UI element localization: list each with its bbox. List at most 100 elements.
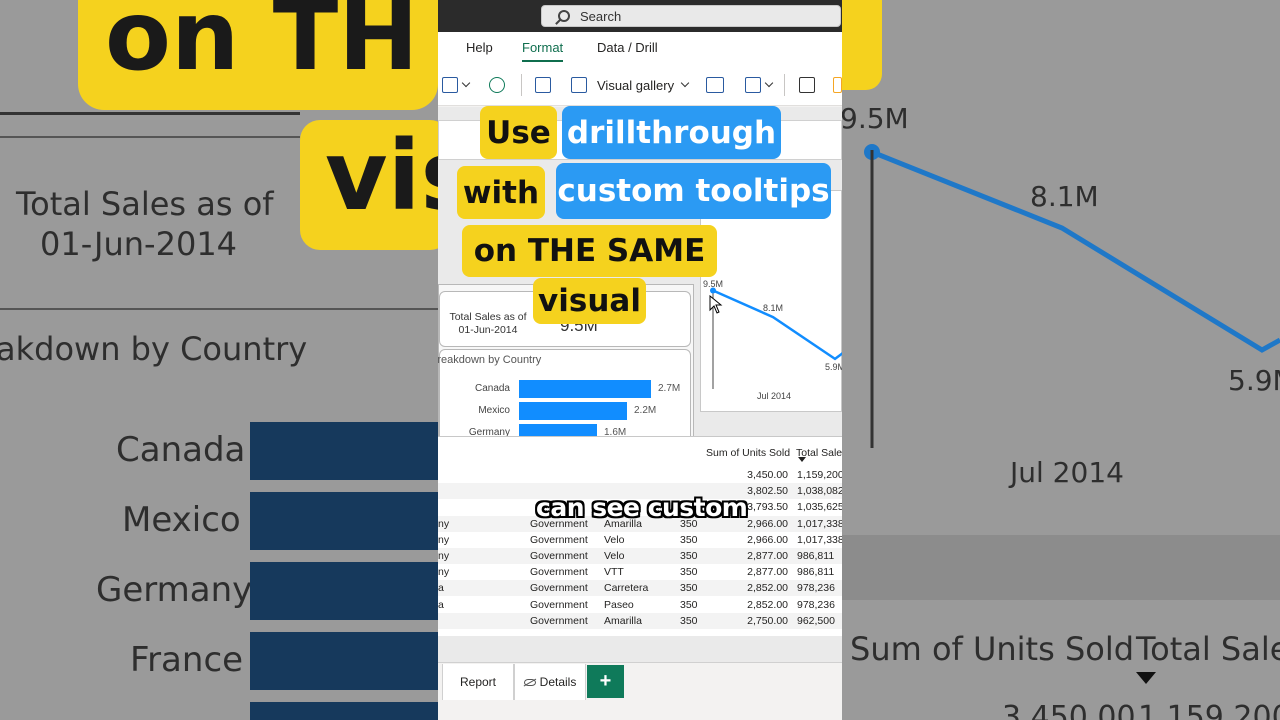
background-right-panel: 9.5M 8.1M 5.9M Jul 2014 Sum of Units Sol… bbox=[842, 0, 1280, 720]
text-box-button[interactable] bbox=[706, 74, 724, 96]
search-box[interactable]: Search bbox=[541, 5, 841, 27]
chevron-down-icon bbox=[764, 78, 774, 88]
table-cell-product: Amarilla bbox=[604, 614, 642, 627]
bg-divider-3 bbox=[0, 308, 438, 310]
pen-icon bbox=[745, 77, 761, 93]
bg-right-sales-first: 1,159,200 bbox=[1138, 700, 1280, 720]
chevron-down-icon bbox=[680, 78, 690, 88]
caption-pill-drillthrough: drillthrough bbox=[562, 106, 781, 159]
table-cell-price: 350 bbox=[680, 566, 698, 579]
refresh-button[interactable] bbox=[489, 74, 505, 96]
table-cell-price: 350 bbox=[680, 614, 698, 627]
table-row[interactable]: a Government Carretera 350 2,852.00 978,236 bbox=[438, 580, 842, 597]
column-header-units[interactable]: Sum of Units Sold bbox=[706, 447, 790, 459]
bg-right-peak: 9.5M bbox=[842, 102, 909, 135]
table-row[interactable]: ny Government VTT 350 2,877.00 986,811 bbox=[438, 564, 842, 580]
tab-help[interactable]: Help bbox=[466, 40, 493, 55]
table-cell-sales: 1,038,082 bbox=[797, 485, 842, 498]
table-cell-product: Velo bbox=[604, 550, 625, 562]
table-row[interactable]: a Government Paseo 350 2,852.00 978,236 bbox=[438, 597, 842, 613]
table-cell-price: 350 bbox=[680, 598, 698, 611]
details-table[interactable]: Sum of Units Sold Total Sales 3,450.001,… bbox=[438, 436, 842, 636]
visual-gallery-button[interactable]: Visual gallery bbox=[571, 74, 690, 96]
table-cell-units: 3,450.00 bbox=[747, 469, 788, 481]
video-frame: on TH Total Sales as of 01-Jun-2014 vis … bbox=[0, 0, 1280, 720]
table-row[interactable]: ny Government Velo 350 2,966.00 1,017,338 bbox=[438, 532, 842, 548]
x-tick-label: Jul 2014 bbox=[757, 391, 792, 401]
table-cell-units: 2,852.00 bbox=[747, 598, 788, 611]
bar-category-label: Canada bbox=[474, 383, 510, 394]
refresh-icon bbox=[489, 77, 505, 93]
calculator-icon bbox=[799, 77, 815, 93]
bg-divider bbox=[0, 112, 300, 115]
table-cell-country: ny bbox=[438, 566, 450, 579]
calculator-button[interactable] bbox=[799, 74, 815, 96]
table-row[interactable]: Government Amarilla 350 2,750.00 962,500 bbox=[438, 612, 842, 629]
search-icon bbox=[558, 10, 570, 22]
line-series bbox=[712, 289, 842, 361]
table-cell-sales: 1,017,338 bbox=[797, 517, 842, 530]
line-label-peak: 9.5M bbox=[703, 279, 724, 289]
bg-country-2: Germany bbox=[96, 570, 253, 610]
table-row[interactable]: ny Government Velo 350 2,877.00 986,811 bbox=[438, 548, 842, 564]
bg-bar-1 bbox=[250, 492, 438, 550]
caption-pill-with: with bbox=[457, 166, 545, 219]
table-cell-units: 2,877.00 bbox=[747, 566, 788, 579]
tooltip-bar-chart-title: Breakdown by Country bbox=[438, 354, 542, 366]
table-cell-sales: 986,811 bbox=[797, 566, 835, 579]
edit-interactions-button[interactable] bbox=[745, 74, 774, 96]
table-cell-country: ny bbox=[438, 533, 450, 546]
table-icon bbox=[442, 77, 458, 93]
add-page-button[interactable]: + bbox=[587, 665, 624, 698]
table-row[interactable]: 3,450.00 1,159,200 bbox=[438, 467, 842, 483]
tab-format[interactable]: Format bbox=[522, 40, 564, 62]
bg-right-band bbox=[842, 535, 1280, 600]
table-cell-units: 2,966.00 bbox=[747, 533, 788, 546]
bg-card-title-2: 01-Jun-2014 bbox=[40, 225, 238, 263]
table-cell-sales: 978,236 bbox=[797, 598, 835, 611]
table-cell-price: 350 bbox=[680, 533, 698, 546]
bar-mark bbox=[519, 402, 627, 420]
caption-pill-visual: visual bbox=[533, 278, 646, 324]
visual-gallery-label: Visual gallery bbox=[597, 77, 675, 93]
tab-details[interactable]: Details bbox=[514, 664, 586, 700]
table-cell-product: Velo bbox=[604, 533, 625, 546]
search-label: Search bbox=[580, 8, 622, 24]
table-cell-product: Carretera bbox=[604, 582, 649, 595]
visual-gallery-icon bbox=[571, 77, 587, 93]
bg-country-1: Mexico bbox=[122, 500, 241, 540]
bar-row: Mexico 2.2M bbox=[440, 402, 690, 420]
line-label-low: 5.9M bbox=[825, 362, 842, 372]
bg-country-0: Canada bbox=[116, 430, 246, 470]
tab-data-drill[interactable]: Data / Drill bbox=[597, 40, 658, 55]
toolbar-divider bbox=[784, 74, 785, 96]
new-visual-button[interactable] bbox=[535, 74, 551, 96]
table-cell-segment: Government bbox=[530, 550, 588, 562]
tab-report[interactable]: Report bbox=[442, 664, 514, 700]
bar-value-label: 2.7M bbox=[658, 383, 681, 394]
table-cell-sales: 1,159,200 bbox=[797, 469, 842, 481]
bg-country-3: France bbox=[130, 640, 244, 680]
bg-bar-0 bbox=[250, 422, 438, 480]
table-cell-product: Paseo bbox=[604, 598, 634, 611]
bar-chart-icon bbox=[535, 77, 551, 93]
table-cell-country: a bbox=[438, 582, 444, 595]
text-box-icon bbox=[706, 77, 724, 93]
table-cell-segment: Government bbox=[530, 566, 588, 579]
title-bar: Search bbox=[438, 0, 842, 32]
bg-card-title-1: Total Sales as of bbox=[16, 185, 274, 223]
format-painter-button[interactable] bbox=[442, 74, 471, 96]
table-cell-sales: 1,017,338 bbox=[797, 533, 842, 546]
sort-descending-icon bbox=[798, 457, 806, 462]
table-cell-sales: 986,811 bbox=[797, 550, 835, 562]
table-cell-units: 2,852.00 bbox=[747, 582, 788, 595]
bg-right-units-first: 3,450.00 bbox=[1002, 700, 1136, 720]
quick-measure-button[interactable] bbox=[833, 74, 842, 96]
subtitle-text: can see custom bbox=[536, 493, 748, 522]
bg-bar-3 bbox=[250, 632, 438, 690]
bg-right-units-header: Sum of Units Sold bbox=[850, 630, 1135, 668]
bg-vis-fragment: vis bbox=[325, 120, 438, 232]
tooltip-card-title: Total Sales as of 01-Jun-2014 bbox=[449, 311, 527, 336]
bg-right-sales-header: Total Sales bbox=[1136, 630, 1280, 668]
line-label-mid: 8.1M bbox=[763, 303, 784, 313]
